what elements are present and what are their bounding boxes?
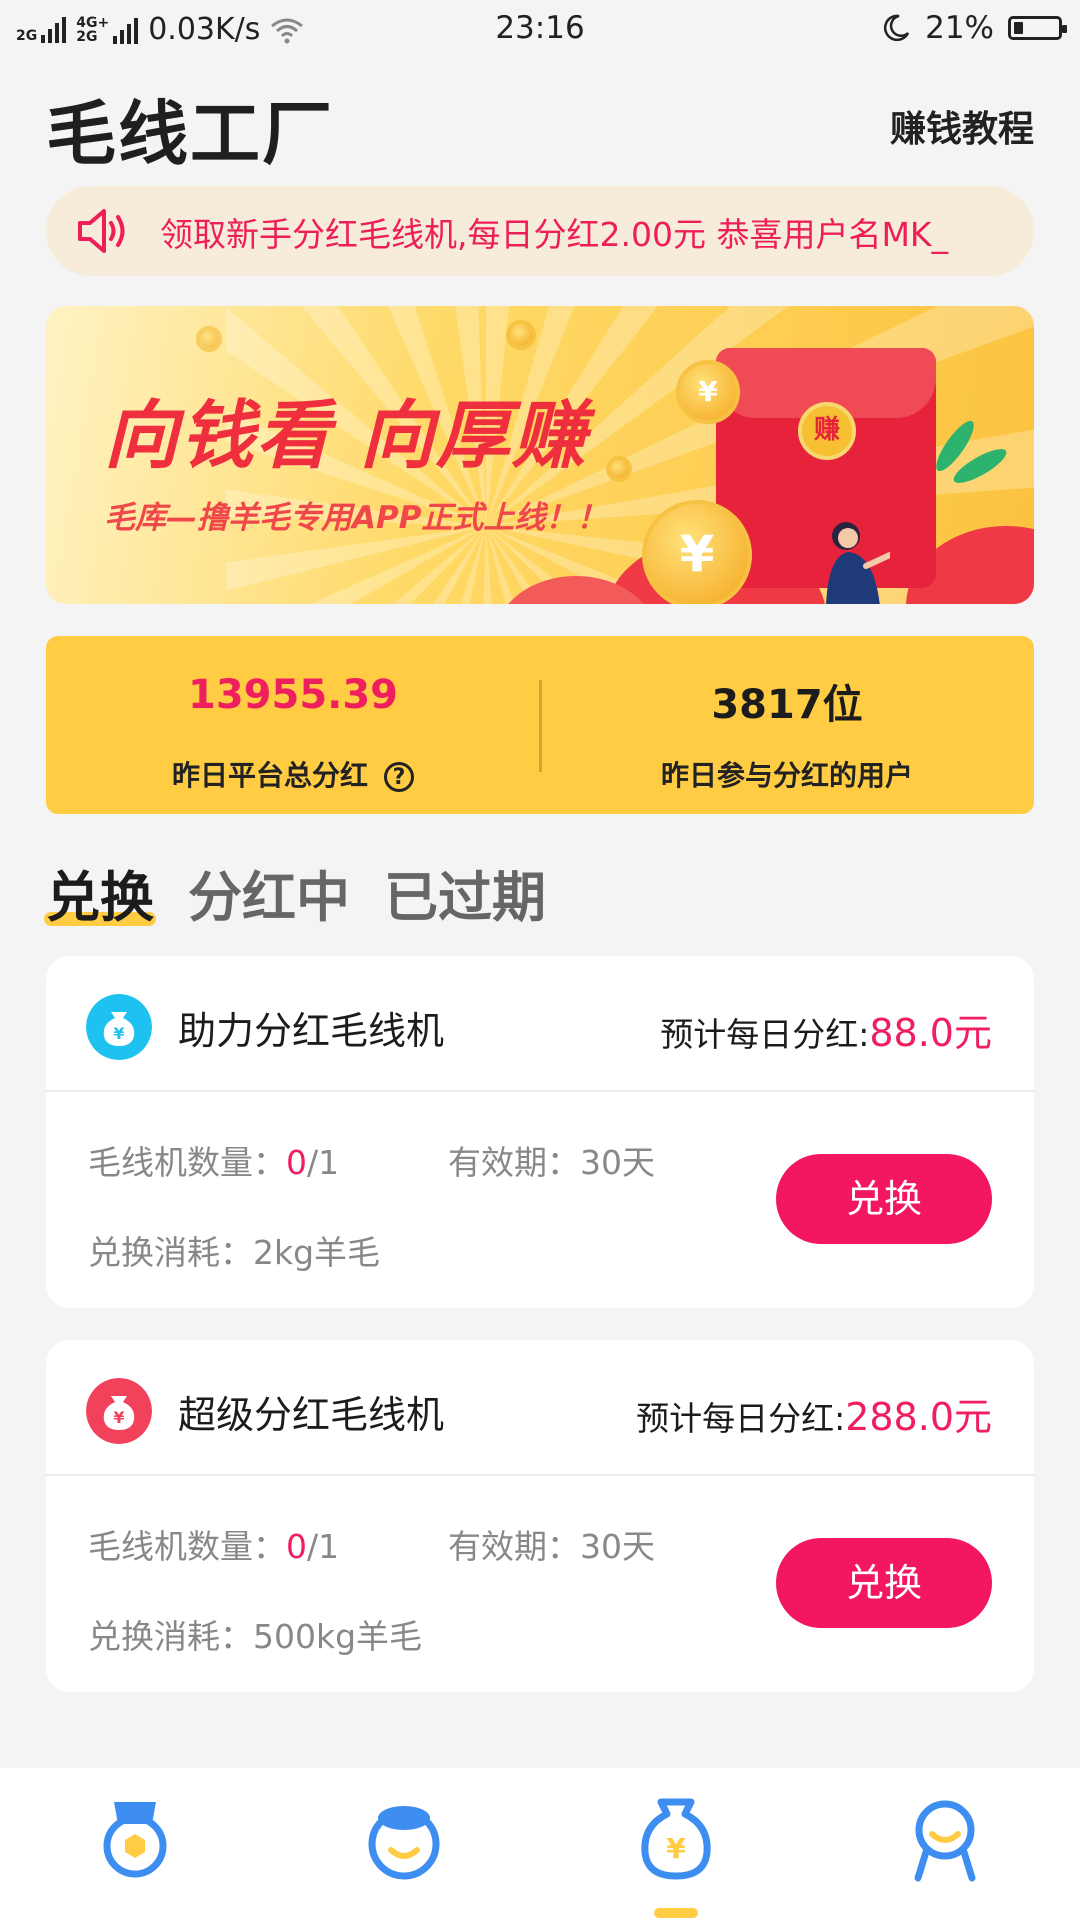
coin-icon: ¥ (676, 360, 740, 424)
medal-icon[interactable] (92, 1796, 178, 1882)
card-divider (46, 1474, 1034, 1476)
machine-name: 助力分红毛线机 (178, 1009, 445, 1053)
dividend-stats-panel: 13955.39 昨日平台总分红? 3817位 昨日参与分红的用户 (46, 636, 1034, 814)
tab-exchange[interactable]: 兑换 (44, 853, 156, 932)
speaker-icon (78, 209, 125, 253)
exchange-button[interactable]: 兑换 (776, 1538, 992, 1628)
validity-period: 有效期：30天 (448, 1143, 655, 1182)
card-divider (46, 1090, 1034, 1092)
machine-count-total: /1 (307, 1143, 340, 1182)
banner-subline: 毛库—撸羊毛专用APP正式上线！！ (104, 500, 608, 536)
machine-tabs: 兑换 分红中 已过期 (44, 852, 546, 932)
exchange-cost: 兑换消耗：2kg羊毛 (88, 1233, 381, 1272)
bottom-navigation: ¥ (0, 1768, 1080, 1920)
machine-count: 毛线机数量：0/1 (88, 1520, 339, 1568)
total-dividend-label: 昨日平台总分红 (171, 759, 368, 792)
machine-count: 毛线机数量：0/1 (88, 1136, 339, 1184)
page-title: 毛线工厂 (46, 93, 334, 175)
machine-count-owned: 0 (286, 1527, 307, 1566)
tab-expired[interactable]: 已过期 (384, 853, 546, 932)
coin-icon (606, 456, 632, 482)
daily-dividend: 预计每日分红:88.0元 (660, 1002, 992, 1057)
earning-tutorial-link[interactable]: 赚钱教程 (890, 100, 1034, 152)
coin-icon (196, 326, 222, 352)
svg-text:¥: ¥ (113, 1408, 124, 1427)
coin-icon (506, 320, 536, 350)
coin-icon: ¥ (642, 500, 752, 604)
notice-bar[interactable]: 领取新手分红毛线机,每日分红2.00元 恭喜用户名MK_ (46, 186, 1034, 276)
daily-dividend-amount: 288.0元 (845, 1395, 992, 1439)
help-icon[interactable]: ? (384, 762, 414, 792)
svg-text:¥: ¥ (113, 1024, 124, 1043)
banner-headline: 向钱看 向厚赚 (104, 393, 588, 479)
machine-name: 超级分红毛线机 (178, 1393, 445, 1437)
active-tab-indicator (654, 1908, 698, 1918)
exchange-cost: 兑换消耗：500kg羊毛 (88, 1617, 423, 1656)
machine-count-label: 毛线机数量： (88, 1143, 286, 1182)
battery-percent: 21% (925, 10, 994, 46)
users-value: 3817位 (711, 682, 863, 728)
exchange-button[interactable]: 兑换 (776, 1154, 992, 1244)
envelope-seal: 赚 (798, 402, 856, 460)
machine-count-label: 毛线机数量： (88, 1527, 286, 1566)
status-bar: 2G 4G+ 2G 0.03K/s 23:16 21% (0, 0, 1080, 60)
machine-card: ¥ 超级分红毛线机 预计每日分红:288.0元 毛线机数量：0/1 有效期：30… (46, 1340, 1034, 1692)
money-bag-icon: ¥ (86, 994, 152, 1060)
machine-count-owned: 0 (286, 1143, 307, 1182)
daily-dividend-label: 预计每日分红: (636, 1399, 846, 1438)
person-illustration-icon (826, 522, 900, 604)
promo-banner[interactable]: 向钱看 向厚赚 毛库—撸羊毛专用APP正式上线！！ 赚 ¥ ¥ (46, 306, 1034, 604)
notice-text: 领取新手分红毛线机,每日分红2.00元 恭喜用户名MK_ (160, 215, 949, 254)
battery-fill (1014, 22, 1023, 34)
stat-total-dividend: 13955.39 昨日平台总分红? (46, 636, 540, 814)
status-right: 21% (881, 10, 1067, 46)
money-bag-icon[interactable]: ¥ (633, 1796, 719, 1882)
users-label: 昨日参与分红的用户 (660, 759, 913, 792)
moon-icon (884, 14, 910, 42)
total-dividend-value: 13955.39 (187, 672, 399, 718)
svg-text:¥: ¥ (666, 1832, 686, 1865)
money-bag-icon: ¥ (86, 1378, 152, 1444)
daily-dividend-label: 预计每日分红: (660, 1015, 870, 1054)
total-dividend-label-row: 昨日平台总分红? (46, 754, 540, 794)
daily-dividend-amount: 88.0元 (869, 1011, 992, 1055)
daily-dividend: 预计每日分红:288.0元 (636, 1386, 992, 1441)
machine-count-total: /1 (307, 1527, 340, 1566)
user-profile-icon[interactable] (902, 1796, 988, 1882)
battery-icon (1008, 16, 1067, 40)
sheep-face-icon[interactable] (361, 1796, 447, 1882)
machine-card: ¥ 助力分红毛线机 预计每日分红:88.0元 毛线机数量：0/1 有效期：30天… (46, 956, 1034, 1308)
tab-earning[interactable]: 分红中 (188, 853, 350, 932)
stat-participating-users: 3817位 昨日参与分红的用户 (540, 636, 1034, 814)
validity-period: 有效期：30天 (448, 1527, 655, 1566)
